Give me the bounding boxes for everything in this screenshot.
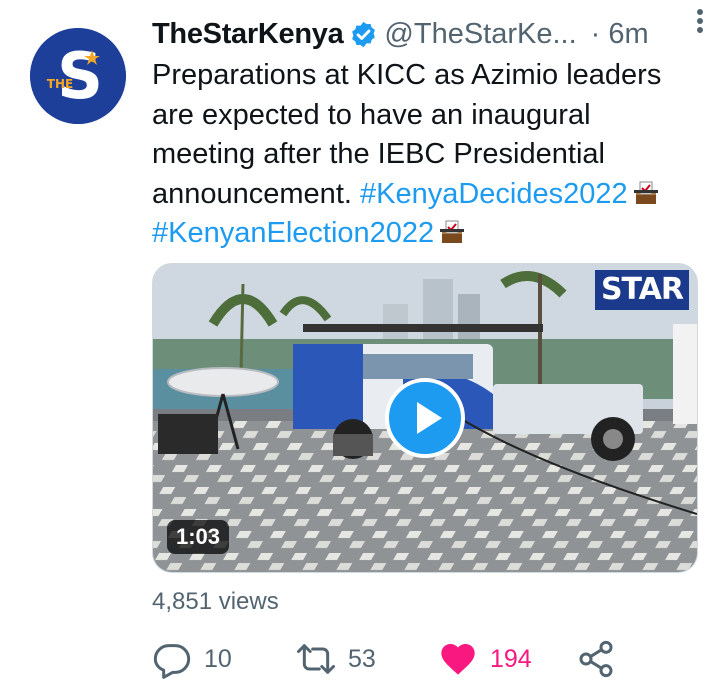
heart-icon bbox=[441, 644, 475, 675]
like-count: 194 bbox=[490, 644, 532, 673]
tweet-header: TheStarKenya @TheStarKe... · 6m bbox=[152, 14, 700, 54]
view-count: 4,851 views bbox=[152, 588, 279, 615]
verified-badge-icon bbox=[349, 20, 378, 49]
reply-icon bbox=[153, 644, 191, 679]
share-icon bbox=[579, 640, 613, 678]
action-bar: 10 53 194 bbox=[152, 637, 692, 681]
account-handle[interactable]: @TheStarKe... bbox=[384, 18, 576, 51]
retweet-count: 53 bbox=[348, 644, 376, 673]
star-watermark: STAR bbox=[594, 270, 689, 310]
hashtag-kenyadecides2022[interactable]: #KenyaDecides2022 bbox=[360, 178, 628, 210]
tweet-text: Preparations at KICC as Azimio leaders a… bbox=[152, 56, 700, 254]
retweet-button[interactable]: 53 bbox=[296, 637, 376, 681]
hashtag-kenyanelection2022[interactable]: #KenyanElection2022 bbox=[152, 217, 434, 249]
like-button[interactable]: 194 bbox=[438, 637, 532, 681]
video-player[interactable]: STAR 1:03 bbox=[152, 263, 698, 573]
svg-text:THE: THE bbox=[47, 77, 73, 91]
account-name[interactable]: TheStarKenya bbox=[152, 18, 344, 51]
reply-button[interactable]: 10 bbox=[152, 637, 232, 681]
avatar[interactable]: S THE bbox=[30, 28, 126, 124]
retweet-icon bbox=[297, 644, 335, 674]
more-options-icon[interactable] bbox=[686, 6, 714, 36]
share-button[interactable] bbox=[576, 637, 628, 681]
tweet[interactable]: S THE TheStarKenya @TheStarKe... · 6m Pr… bbox=[0, 0, 720, 693]
video-duration: 1:03 bbox=[167, 520, 230, 554]
play-icon bbox=[417, 402, 442, 434]
separator-dot: · bbox=[590, 17, 601, 50]
ballot-box-icon bbox=[440, 219, 465, 245]
the-star-logo-icon: S THE bbox=[30, 28, 126, 124]
tweet-time[interactable]: 6m bbox=[608, 18, 648, 51]
play-button[interactable] bbox=[385, 378, 465, 458]
reply-count: 10 bbox=[204, 644, 232, 673]
ballot-box-icon bbox=[633, 180, 658, 206]
